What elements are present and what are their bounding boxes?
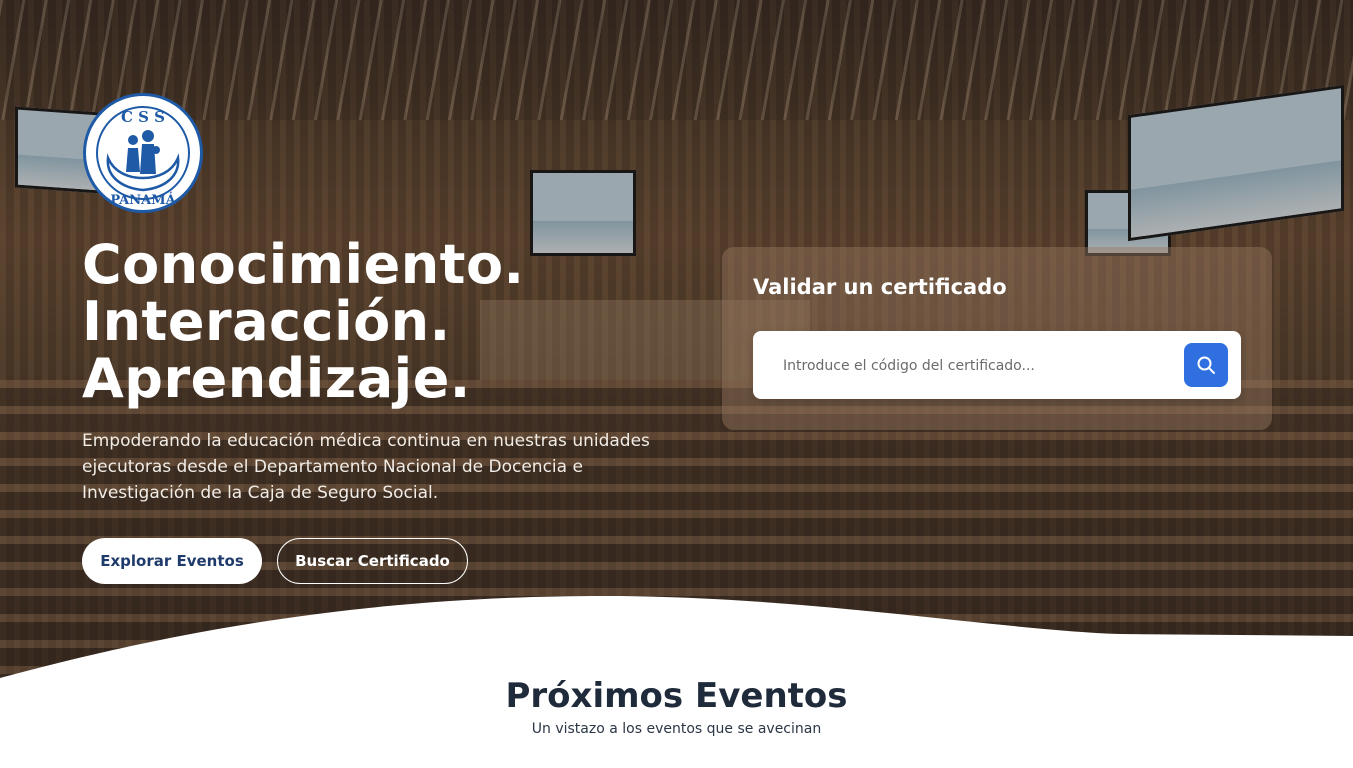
css-logo: C S S PANAMÁ <box>83 93 203 213</box>
validate-certificate-card: Validar un certificado <box>722 247 1272 430</box>
upcoming-events-title: Próximos Eventos <box>505 676 848 716</box>
validate-certificate-title: Validar un certificado <box>753 275 1007 299</box>
explore-events-button[interactable]: Explorar Eventos <box>82 538 262 584</box>
certificate-search-box <box>753 331 1241 399</box>
hero-lead-text: Empoderando la educación médica continua… <box>82 431 650 503</box>
headline-line-1: Conocimiento. <box>82 233 525 296</box>
logo-top-text: C S S <box>121 108 165 126</box>
search-certificate-button[interactable]: Buscar Certificado <box>277 538 468 584</box>
headline-line-2: Interacción. <box>82 290 451 353</box>
search-icon <box>1197 356 1215 374</box>
certificate-search-button[interactable] <box>1184 343 1228 387</box>
upcoming-events-subtitle: Un vistazo a los eventos que se avecinan <box>531 721 822 737</box>
logo-bottom-text: PANAMÁ <box>110 192 176 208</box>
headline-line-3: Aprendizaje. <box>82 347 471 410</box>
certificate-code-input[interactable] <box>781 349 1165 383</box>
hero-headline: Conocimiento. Interacción. Aprendizaje. <box>82 236 525 407</box>
logo-emblem: C S S PANAMÁ <box>106 108 180 208</box>
